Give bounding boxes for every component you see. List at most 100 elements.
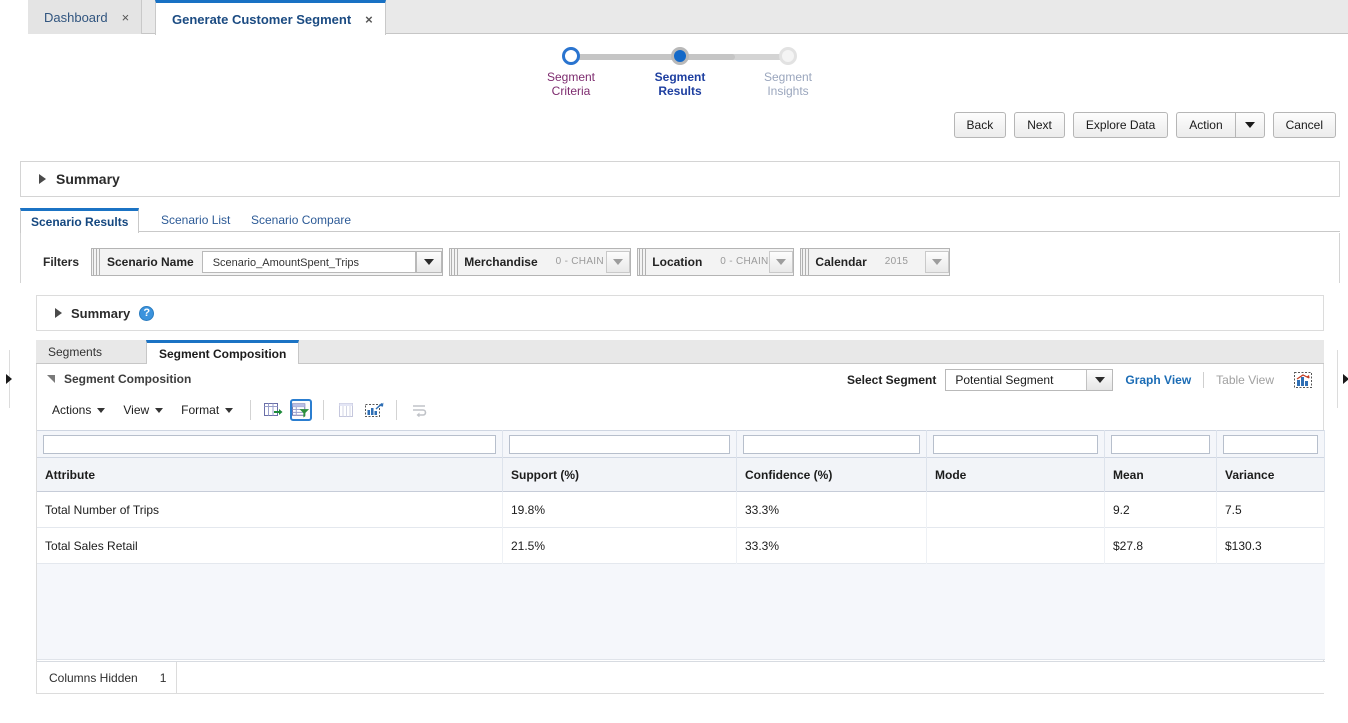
train-step-marker-done [562, 47, 580, 65]
caret-down-icon [225, 407, 234, 413]
segment-composition-title-group[interactable]: Segment Composition [47, 372, 191, 386]
outer-summary-panel[interactable]: Summary [20, 161, 1340, 197]
column-header-attribute[interactable]: Attribute [37, 458, 503, 492]
column-header-variance[interactable]: Variance [1217, 458, 1325, 492]
column-header-mean[interactable]: Mean [1105, 458, 1217, 492]
column-header-mode[interactable]: Mode [927, 458, 1105, 492]
filter-location[interactable]: Location 0 - CHAIN [637, 248, 795, 276]
filter-scenario-name[interactable]: Scenario Name Scenario_AmountSpent_Trips [91, 248, 444, 276]
train-step-segment-results[interactable]: Segment Results [620, 34, 740, 98]
help-icon[interactable]: ? [139, 305, 155, 321]
action-split-button[interactable]: Action [1176, 112, 1265, 138]
close-icon[interactable]: × [365, 13, 373, 26]
detach-chart-icon[interactable] [363, 399, 385, 421]
tab-dashboard[interactable]: Dashboard × [28, 0, 143, 34]
caret-down-icon [155, 407, 164, 413]
tabstrip-left-pad [0, 0, 28, 34]
filter-scenario-name-value[interactable]: Scenario_AmountSpent_Trips [201, 251, 417, 273]
format-menu[interactable]: Format [172, 400, 242, 420]
filter-location-label: Location [652, 255, 703, 269]
wrap-text-icon [408, 399, 430, 421]
table-row[interactable]: Total Sales Retail 21.5% 33.3% $27.8 $13… [37, 528, 1325, 564]
export-to-excel-icon[interactable] [262, 399, 284, 421]
drag-handle-icon[interactable] [639, 249, 648, 275]
filter-cell-support[interactable] [503, 430, 737, 458]
graph-view-link[interactable]: Graph View [1113, 373, 1203, 387]
filter-calendar[interactable]: Calendar 2015 [800, 248, 951, 276]
filter-cell-mode[interactable] [927, 430, 1105, 458]
drag-handle-icon[interactable] [93, 249, 102, 275]
close-icon[interactable]: × [122, 11, 130, 24]
filter-input-mean[interactable] [1111, 434, 1210, 454]
back-button[interactable]: Back [953, 112, 1007, 138]
drag-handle-icon[interactable] [451, 249, 460, 275]
explore-data-button[interactable]: Explore Data [1072, 112, 1169, 138]
tab-segments[interactable]: Segments [36, 340, 114, 364]
filter-cell-mean[interactable] [1105, 430, 1217, 458]
filter-cell-variance[interactable] [1217, 430, 1325, 458]
filter-input-attribute[interactable] [43, 434, 496, 454]
tab-segment-composition-label: Segment Composition [159, 347, 287, 361]
select-segment-label: Select Segment [846, 373, 937, 387]
tab-scenario-compare[interactable]: Scenario Compare [241, 208, 361, 232]
caret-down-icon [424, 259, 435, 265]
filter-cell-attribute[interactable] [37, 430, 503, 458]
tab-scenario-list[interactable]: Scenario List [151, 208, 240, 232]
filters-label: Filters [43, 255, 80, 269]
columns-hidden-group[interactable]: Columns Hidden 1 [37, 661, 178, 694]
actions-menu[interactable]: Actions [43, 400, 114, 420]
tab-scenario-results-label: Scenario Results [31, 215, 129, 229]
caret-down-icon [612, 259, 623, 265]
disclosure-expanded-icon[interactable] [47, 375, 55, 383]
tab-segment-composition[interactable]: Segment Composition [146, 340, 300, 365]
train-step-segment-insights[interactable]: Segment Insights [728, 34, 848, 98]
bar-chart-icon[interactable] [1292, 369, 1314, 391]
filter-merchandise[interactable]: Merchandise 0 - CHAIN [449, 248, 632, 276]
tab-scenario-results[interactable]: Scenario Results [20, 208, 140, 233]
cell-mean: $27.8 [1105, 528, 1217, 564]
filter-location-dropdown[interactable] [768, 251, 794, 273]
filter-scenario-name-dropdown[interactable] [416, 251, 443, 273]
filter-calendar-dropdown[interactable] [924, 251, 950, 273]
left-panel-expand-button[interactable] [2, 362, 16, 396]
train-step-1-line1: Segment [546, 70, 596, 84]
table-footer: Columns Hidden 1 [37, 661, 1325, 694]
disclosure-collapsed-icon[interactable] [39, 174, 46, 184]
cancel-button[interactable]: Cancel [1272, 112, 1336, 138]
column-header-support[interactable]: Support (%) [503, 458, 737, 492]
query-by-example-icon[interactable] [290, 399, 313, 421]
filter-input-support[interactable] [509, 434, 730, 454]
column-header-confidence[interactable]: Confidence (%) [737, 458, 927, 492]
tab-generate-customer-segment[interactable]: Generate Customer Segment × [155, 0, 386, 35]
tab-scenario-compare-label: Scenario Compare [251, 213, 352, 227]
next-button[interactable]: Next [1014, 112, 1065, 138]
filter-merchandise-dropdown[interactable] [605, 251, 630, 273]
right-panel-expand-button[interactable] [1339, 362, 1348, 396]
filter-input-mode[interactable] [933, 434, 1098, 454]
train-step-2-line1: Segment [654, 70, 706, 84]
browser-tab-strip: Dashboard × Generate Customer Segment × [0, 0, 1348, 35]
filter-cell-confidence[interactable] [737, 430, 927, 458]
action-button[interactable]: Action [1176, 112, 1235, 138]
filters-region: Filters Scenario Name Scenario_AmountSpe… [20, 233, 1340, 283]
inner-summary-panel[interactable]: Summary ? [36, 295, 1324, 331]
segment-composition-controls: Select Segment Potential Segment Graph V… [847, 369, 1317, 391]
filter-input-variance[interactable] [1223, 434, 1318, 454]
format-menu-label: Format [181, 403, 220, 417]
segment-composition-table: Attribute Support (%) Confidence (%) Mod… [37, 430, 1325, 660]
segment-tabs: Segments Segment Composition [36, 340, 1324, 365]
view-menu[interactable]: View [114, 400, 172, 420]
select-segment-dropdown[interactable]: Potential Segment [945, 369, 1114, 391]
action-dropdown-button[interactable] [1234, 112, 1265, 138]
table-header-row: Attribute Support (%) Confidence (%) Mod… [37, 458, 1325, 492]
cell-confidence: 33.3% [737, 528, 927, 564]
drag-handle-icon[interactable] [802, 249, 811, 275]
columns-hidden-count: 1 [159, 670, 167, 685]
disclosure-collapsed-icon[interactable] [55, 308, 62, 318]
cell-support: 21.5% [503, 528, 737, 564]
filter-input-confidence[interactable] [743, 434, 920, 454]
select-segment-arrow[interactable] [1086, 370, 1113, 390]
train-step-segment-criteria[interactable]: Segment Criteria [511, 34, 631, 98]
caret-down-icon [1244, 122, 1255, 128]
table-row[interactable]: Total Number of Trips 19.8% 33.3% 9.2 7.… [37, 492, 1325, 528]
